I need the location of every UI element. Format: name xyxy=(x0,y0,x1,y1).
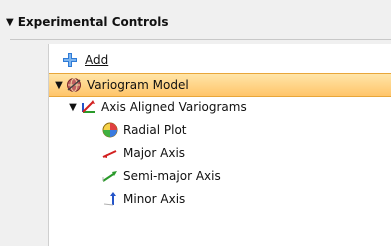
tree-item-label: Major Axis xyxy=(123,146,186,160)
collapse-triangle-icon[interactable]: ▼ xyxy=(6,17,14,28)
panel-title: Experimental Controls xyxy=(17,15,169,29)
tree-item-label: Minor Axis xyxy=(123,192,186,206)
tree-panel: Add ▼ Variogram Model ▼ Axis Aligned Var… xyxy=(48,44,391,246)
expand-triangle-icon[interactable]: ▼ xyxy=(53,80,65,91)
globe-icon xyxy=(65,77,83,93)
plus-icon xyxy=(61,52,79,68)
blue-arrow-icon xyxy=(101,191,119,207)
tree-item-semi-major-axis[interactable]: Semi-major Axis xyxy=(101,165,221,187)
axes-icon xyxy=(79,99,97,115)
add-button[interactable]: Add xyxy=(61,50,108,70)
tree-item-variogram-model[interactable]: ▼ Variogram Model xyxy=(49,73,391,97)
header-divider xyxy=(10,39,391,40)
radial-plot-icon xyxy=(101,122,119,138)
tree-item-axis-aligned-variograms[interactable]: ▼ Axis Aligned Variograms xyxy=(67,96,247,118)
expand-triangle-icon[interactable]: ▼ xyxy=(67,102,79,113)
tree-item-label: Variogram Model xyxy=(87,78,189,92)
add-label: Add xyxy=(85,53,109,67)
panel-toggle[interactable]: ▼ Experimental Controls xyxy=(6,12,168,32)
tree-item-label: Semi-major Axis xyxy=(123,169,221,183)
tree-item-major-axis[interactable]: Major Axis xyxy=(101,142,185,164)
red-arrow-icon xyxy=(101,145,119,161)
panel-header: ▼ Experimental Controls xyxy=(0,0,391,44)
green-arrow-icon xyxy=(101,168,119,184)
tree-item-label: Axis Aligned Variograms xyxy=(101,100,247,114)
tree-item-minor-axis[interactable]: Minor Axis xyxy=(101,188,185,210)
tree-item-label: Radial Plot xyxy=(123,123,187,137)
tree-item-radial-plot[interactable]: Radial Plot xyxy=(101,119,187,141)
